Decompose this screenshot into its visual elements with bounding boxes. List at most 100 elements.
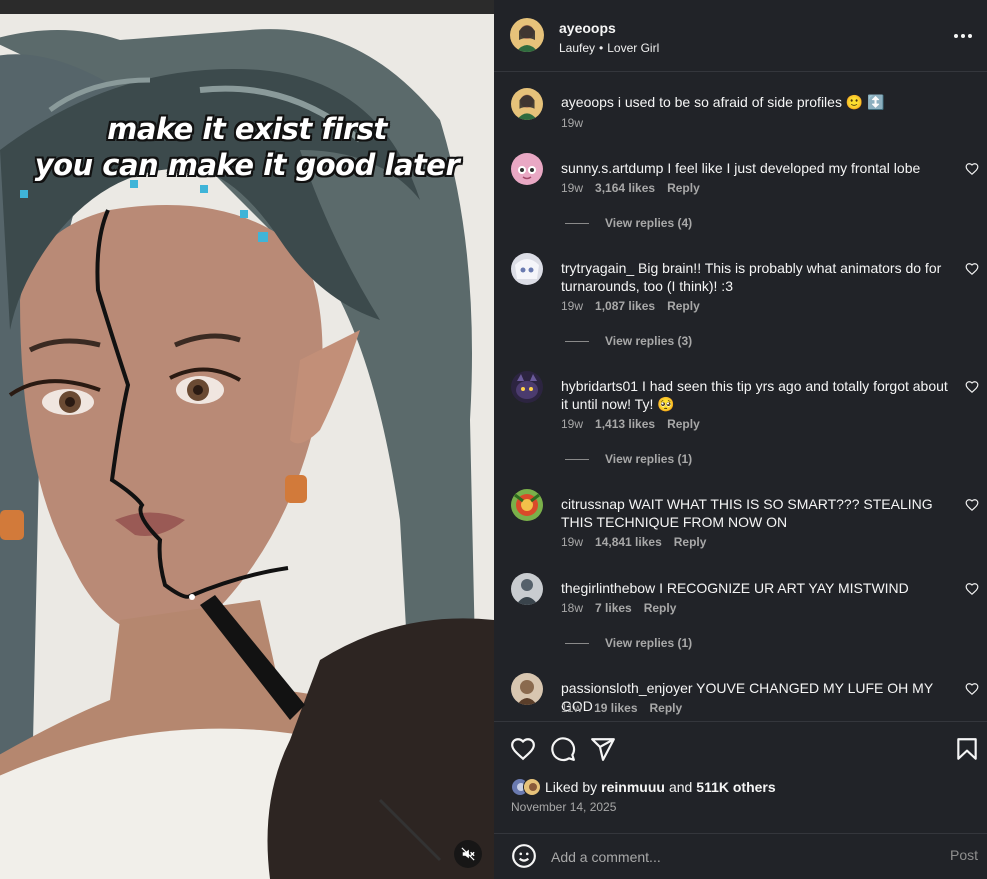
comment-likes[interactable]: 7 likes bbox=[595, 601, 632, 615]
heart-icon[interactable] bbox=[965, 498, 979, 512]
comment-text: thegirlinthebow I RECOGNIZE UR ART YAY M… bbox=[561, 579, 951, 597]
view-replies-button[interactable]: View replies (1) bbox=[565, 452, 692, 466]
comment-username[interactable]: trytryagain_ bbox=[561, 260, 634, 276]
comments-list[interactable]: ayeoops i used to be so afraid of side p… bbox=[494, 73, 987, 721]
audio-info[interactable]: Laufey • Lover Girl bbox=[559, 41, 659, 55]
send-paper-plane-icon[interactable] bbox=[590, 736, 616, 762]
smiley-face-icon[interactable] bbox=[511, 843, 537, 869]
comment-body: I feel like I just developed my frontal … bbox=[667, 160, 921, 176]
comment-time[interactable]: 19w bbox=[561, 535, 583, 549]
comment-avatar[interactable] bbox=[511, 253, 543, 285]
comment-avatar[interactable] bbox=[511, 573, 543, 605]
heart-icon[interactable] bbox=[965, 582, 979, 596]
liked-by-others[interactable]: 511K others bbox=[696, 779, 775, 795]
video-caption-line-1: make it exist first bbox=[107, 112, 387, 146]
comment-likes[interactable]: 3,164 likes bbox=[595, 181, 655, 195]
post-date[interactable]: November 14, 2025 bbox=[511, 800, 616, 814]
view-replies-button[interactable]: View replies (4) bbox=[565, 216, 692, 230]
reply-button[interactable]: Reply bbox=[667, 181, 700, 195]
view-replies-label[interactable]: View replies (1) bbox=[605, 452, 692, 466]
heart-icon[interactable] bbox=[965, 682, 979, 696]
author-username[interactable]: ayeoops bbox=[559, 20, 616, 36]
view-replies-label[interactable]: View replies (4) bbox=[605, 216, 692, 230]
comment-likes[interactable]: 14,841 likes bbox=[595, 535, 662, 549]
comment-time[interactable]: 19w bbox=[561, 181, 583, 195]
caption-time[interactable]: 19w bbox=[561, 116, 583, 130]
more-dot bbox=[968, 34, 972, 38]
reply-button[interactable]: Reply bbox=[667, 417, 700, 431]
comment-input[interactable] bbox=[551, 846, 911, 868]
reply-button[interactable]: Reply bbox=[650, 701, 683, 715]
comment-likes[interactable]: 1,413 likes bbox=[595, 417, 655, 431]
comment-avatar[interactable] bbox=[511, 371, 543, 403]
audio-separator: • bbox=[599, 41, 604, 55]
comment-likes[interactable]: 1,087 likes bbox=[595, 299, 655, 313]
comment-text: sunny.s.artdump I feel like I just devel… bbox=[561, 159, 951, 177]
post-comment-button[interactable]: Post bbox=[950, 847, 978, 863]
replies-divider bbox=[565, 458, 589, 460]
audio-artist[interactable]: Laufey bbox=[559, 41, 595, 55]
comment-time[interactable]: 19w bbox=[561, 417, 583, 431]
post-side-panel: ayeoops Laufey • Lover Girl ayeoops i used… bbox=[494, 0, 987, 879]
post-header: ayeoops Laufey • Lover Girl bbox=[494, 0, 987, 72]
comment-avatar[interactable] bbox=[511, 673, 543, 705]
bookmark-icon[interactable] bbox=[954, 736, 980, 762]
heart-icon[interactable] bbox=[965, 380, 979, 394]
comment-text: hybridarts01 I had seen this tip yrs ago… bbox=[561, 377, 951, 413]
heart-icon[interactable] bbox=[965, 162, 979, 176]
replies-divider bbox=[565, 340, 589, 342]
reply-button[interactable]: Reply bbox=[644, 601, 677, 615]
more-dot bbox=[961, 34, 965, 38]
comment-avatar[interactable] bbox=[511, 489, 543, 521]
add-comment-bar: Post bbox=[494, 833, 987, 879]
comment-body: I RECOGNIZE UR ART YAY MISTWIND bbox=[659, 580, 909, 596]
caption-text: ayeoops i used to be so afraid of side p… bbox=[561, 93, 951, 111]
heart-icon[interactable] bbox=[510, 736, 536, 762]
comment-time[interactable]: 11w bbox=[561, 701, 582, 715]
caption-username[interactable]: ayeoops bbox=[561, 94, 614, 110]
comment-username[interactable]: thegirlinthebow bbox=[561, 580, 655, 596]
comment-meta: 18w 7 likes Reply bbox=[561, 601, 676, 615]
replies-divider bbox=[565, 222, 589, 224]
view-replies-label[interactable]: View replies (1) bbox=[605, 636, 692, 650]
comment-meta: 19w 3,164 likes Reply bbox=[561, 181, 700, 195]
mute-toggle-button[interactable] bbox=[454, 840, 482, 868]
comment-username[interactable]: sunny.s.artdump bbox=[561, 160, 663, 176]
comment-meta: 11w 19 likes Reply bbox=[561, 701, 682, 715]
reply-button[interactable]: Reply bbox=[667, 299, 700, 313]
view-replies-label[interactable]: View replies (3) bbox=[605, 334, 692, 348]
caption-avatar[interactable] bbox=[511, 88, 543, 120]
liked-by-prefix: Liked by bbox=[545, 779, 598, 795]
caption-meta: 19w bbox=[561, 116, 583, 130]
liker-avatar bbox=[523, 778, 541, 796]
comment-meta: 19w 1,413 likes Reply bbox=[561, 417, 700, 431]
post-media[interactable]: make it exist first you can make it good… bbox=[0, 0, 494, 879]
reply-button[interactable]: Reply bbox=[674, 535, 707, 549]
comment-bubble-icon[interactable] bbox=[550, 736, 576, 762]
comment-username[interactable]: hybridarts01 bbox=[561, 378, 638, 394]
comment-username[interactable]: citrussnap bbox=[561, 496, 625, 512]
comment-likes[interactable]: 19 likes bbox=[594, 701, 637, 715]
speaker-muted-icon bbox=[461, 847, 475, 861]
more-options-button[interactable] bbox=[951, 24, 975, 48]
comment-meta: 19w 14,841 likes Reply bbox=[561, 535, 706, 549]
view-replies-button[interactable]: View replies (3) bbox=[565, 334, 692, 348]
more-horizontal-icon bbox=[954, 34, 958, 38]
comment-time[interactable]: 19w bbox=[561, 299, 583, 313]
replies-divider bbox=[565, 642, 589, 644]
heart-icon[interactable] bbox=[965, 262, 979, 276]
comment-avatar[interactable] bbox=[511, 153, 543, 185]
liked-by-and: and bbox=[668, 779, 693, 795]
liked-by-user[interactable]: reinmuuu bbox=[601, 779, 665, 795]
author-avatar[interactable] bbox=[510, 18, 544, 52]
comment-text: trytryagain_ Big brain!! This is probabl… bbox=[561, 259, 951, 295]
view-replies-button[interactable]: View replies (1) bbox=[565, 636, 692, 650]
likes-summary[interactable]: Liked by reinmuuu and 511K others bbox=[511, 778, 776, 796]
caption-body: i used to be so afraid of side profiles … bbox=[617, 94, 885, 110]
video-caption-line-2: you can make it good later bbox=[34, 148, 460, 182]
comment-meta: 19w 1,087 likes Reply bbox=[561, 299, 700, 313]
comment-time[interactable]: 18w bbox=[561, 601, 583, 615]
comment-username[interactable]: passionsloth_enjoyer bbox=[561, 680, 693, 696]
comment-text: citrussnap WAIT WHAT THIS IS SO SMART???… bbox=[561, 495, 951, 531]
audio-track[interactable]: Lover Girl bbox=[607, 41, 659, 55]
